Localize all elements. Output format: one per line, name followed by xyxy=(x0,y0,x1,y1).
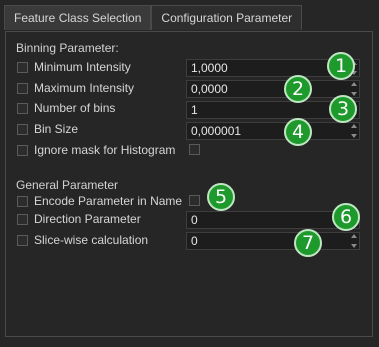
direction-parameter-value: 0 xyxy=(191,213,198,227)
maximum-intensity-label: Maximum Intensity xyxy=(34,81,135,95)
bin-size-input[interactable]: 0,000001 xyxy=(186,122,360,140)
maximum-intensity-input[interactable]: 0,0000 xyxy=(186,80,360,98)
slice-wise-spinner[interactable] xyxy=(349,234,358,248)
slice-wise-value: 0 xyxy=(191,234,198,248)
slice-wise-label: Slice-wise calculation xyxy=(34,233,149,247)
number-of-bins-label: Number of bins xyxy=(34,101,116,115)
spin-down-icon[interactable] xyxy=(350,244,357,248)
bin-size-checkbox[interactable] xyxy=(17,124,28,135)
annotation-badge-2: 2 xyxy=(284,75,312,103)
spin-down-icon[interactable] xyxy=(350,134,357,138)
encode-parameter-checkbox-left[interactable] xyxy=(17,196,28,207)
spin-up-icon[interactable] xyxy=(350,82,357,86)
maximum-intensity-value: 0,0000 xyxy=(191,82,228,96)
annotation-badge-6: 6 xyxy=(332,203,360,231)
tab-feature-class-selection[interactable]: Feature Class Selection xyxy=(4,5,152,30)
bin-size-value: 0,000001 xyxy=(191,124,242,138)
slice-wise-checkbox[interactable] xyxy=(17,235,28,246)
annotation-badge-7: 7 xyxy=(294,229,322,257)
bin-size-spinner[interactable] xyxy=(349,124,358,138)
encode-parameter-checkbox[interactable] xyxy=(189,195,200,206)
annotation-badge-1: 1 xyxy=(327,52,355,80)
annotation-badge-3: 3 xyxy=(329,95,357,123)
tab-bar: Feature Class Selection Configuration Pa… xyxy=(4,5,303,32)
spin-up-icon[interactable] xyxy=(350,234,357,238)
direction-parameter-checkbox[interactable] xyxy=(17,214,28,225)
binning-section-title: Binning Parameter: xyxy=(16,41,119,55)
number-of-bins-value: 1 xyxy=(191,103,198,117)
maximum-intensity-checkbox[interactable] xyxy=(17,83,28,94)
maximum-intensity-spinner[interactable] xyxy=(349,82,358,96)
ignore-mask-checkbox-left[interactable] xyxy=(17,145,28,156)
slice-wise-input[interactable]: 0 xyxy=(186,232,360,250)
number-of-bins-checkbox[interactable] xyxy=(17,103,28,114)
tab-configuration-parameter[interactable]: Configuration Parameter xyxy=(151,5,303,30)
minimum-intensity-checkbox[interactable] xyxy=(17,62,28,73)
annotation-badge-4: 4 xyxy=(284,118,312,146)
spin-down-icon[interactable] xyxy=(350,92,357,96)
ignore-mask-label: Ignore mask for Histogram xyxy=(34,143,176,157)
general-section-title: General Parameter xyxy=(16,178,119,192)
minimum-intensity-value: 1,0000 xyxy=(191,61,228,75)
ignore-mask-checkbox[interactable] xyxy=(189,144,200,155)
annotation-badge-5: 5 xyxy=(207,183,235,211)
encode-parameter-label: Encode Parameter in Name xyxy=(34,194,183,208)
spin-up-icon[interactable] xyxy=(350,124,357,128)
minimum-intensity-label: Minimum Intensity xyxy=(34,60,131,74)
direction-parameter-label: Direction Parameter xyxy=(34,212,141,226)
bin-size-label: Bin Size xyxy=(34,122,79,136)
